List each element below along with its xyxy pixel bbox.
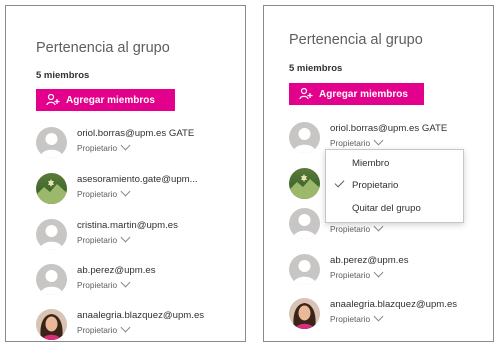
member-email: ab.perez@upm.es xyxy=(330,255,409,266)
add-members-button[interactable]: Agregar miembros xyxy=(289,83,424,105)
chevron-down-icon xyxy=(373,311,384,322)
chevron-down-icon xyxy=(373,221,384,232)
role-label: Propietario xyxy=(330,270,371,280)
person-photo-avatar xyxy=(36,309,67,340)
member-email: anaalegria.blazquez@upm.es xyxy=(77,310,205,321)
role-dropdown[interactable]: Propietario xyxy=(330,311,384,324)
role-label: Propietario xyxy=(77,189,118,199)
role-label: Propietario xyxy=(77,235,118,245)
panel-title: Pertenencia al grupo xyxy=(36,40,170,56)
member-count: 5 miembros xyxy=(36,70,90,81)
role-dropdown[interactable]: Propietario xyxy=(330,267,384,280)
menu-item-quitar-del-grupo[interactable]: Quitar del grupo xyxy=(326,198,463,220)
menu-item-miembro[interactable]: Miembro xyxy=(326,153,463,175)
role-dropdown[interactable]: Propietario xyxy=(77,277,131,290)
default-person-icon xyxy=(36,127,67,158)
member-row: oriol.borras@upm.es GATE Propietario xyxy=(36,127,236,161)
member-row: asesoramiento.gate@upm... Propietario xyxy=(36,173,236,207)
role-label: Propietario xyxy=(77,325,118,335)
chevron-down-icon xyxy=(120,186,131,197)
member-row: anaalegria.blazquez@upm.es Propietario xyxy=(36,309,236,341)
chevron-down-icon xyxy=(120,140,131,151)
role-dropdown[interactable]: Propietario xyxy=(77,232,131,245)
member-email: asesoramiento.gate@upm... xyxy=(77,174,198,185)
menu-item-label: Quitar del grupo xyxy=(352,203,421,214)
member-email: cristina.martin@upm.es xyxy=(77,220,178,231)
add-person-icon xyxy=(46,93,60,106)
chevron-down-icon xyxy=(373,135,384,146)
menu-item-propietario[interactable]: Propietario xyxy=(326,175,463,197)
role-dropdown[interactable]: Propietario xyxy=(330,221,384,234)
role-dropdown-open[interactable]: Propietario xyxy=(330,135,384,148)
member-row: anaalegria.blazquez@upm.es Propietario xyxy=(289,298,489,332)
menu-item-label: Propietario xyxy=(352,180,399,191)
role-label: Propietario xyxy=(77,280,118,290)
member-email: ab.perez@upm.es xyxy=(77,265,156,276)
member-row: cristina.martin@upm.es Propietario xyxy=(36,219,236,253)
chevron-down-icon xyxy=(373,267,384,278)
add-person-icon xyxy=(299,87,313,100)
add-members-button[interactable]: Agregar miembros xyxy=(36,89,175,111)
role-dropdown[interactable]: Propietario xyxy=(77,186,131,199)
member-email: oriol.borras@upm.es GATE xyxy=(330,123,448,134)
role-label: Propietario xyxy=(330,138,371,148)
chevron-down-icon xyxy=(120,322,131,333)
checkmark-icon xyxy=(334,177,345,188)
panel-title: Pertenencia al grupo xyxy=(289,32,423,48)
default-person-icon xyxy=(36,264,67,295)
chevron-down-icon xyxy=(120,277,131,288)
default-person-icon xyxy=(289,122,320,153)
member-email: oriol.borras@upm.es GATE xyxy=(77,128,195,139)
default-person-icon xyxy=(289,254,320,285)
add-members-label: Agregar miembros xyxy=(319,88,408,100)
default-person-icon xyxy=(36,219,67,250)
role-dropdown[interactable]: Propietario xyxy=(77,322,131,335)
member-email: anaalegria.blazquez@upm.es xyxy=(330,299,458,310)
member-row: ab.perez@upm.es Propietario xyxy=(36,264,236,298)
add-members-label: Agregar miembros xyxy=(66,94,155,106)
group-membership-panel-left: Pertenencia al grupo 5 miembros Agregar … xyxy=(5,5,246,342)
default-person-icon xyxy=(289,208,320,239)
role-label: Propietario xyxy=(77,143,118,153)
landscape-photo-avatar xyxy=(289,168,320,199)
chevron-down-icon xyxy=(120,232,131,243)
role-label: Propietario xyxy=(330,224,371,234)
role-menu: Miembro Propietario Quitar del grupo xyxy=(325,149,464,223)
member-row: ab.perez@upm.es Propietario xyxy=(289,254,489,288)
menu-item-label: Miembro xyxy=(352,158,390,169)
member-count: 5 miembros xyxy=(289,63,343,74)
role-dropdown[interactable]: Propietario xyxy=(77,140,131,153)
person-photo-avatar xyxy=(289,298,320,329)
landscape-photo-avatar xyxy=(36,173,67,204)
role-label: Propietario xyxy=(330,314,371,324)
